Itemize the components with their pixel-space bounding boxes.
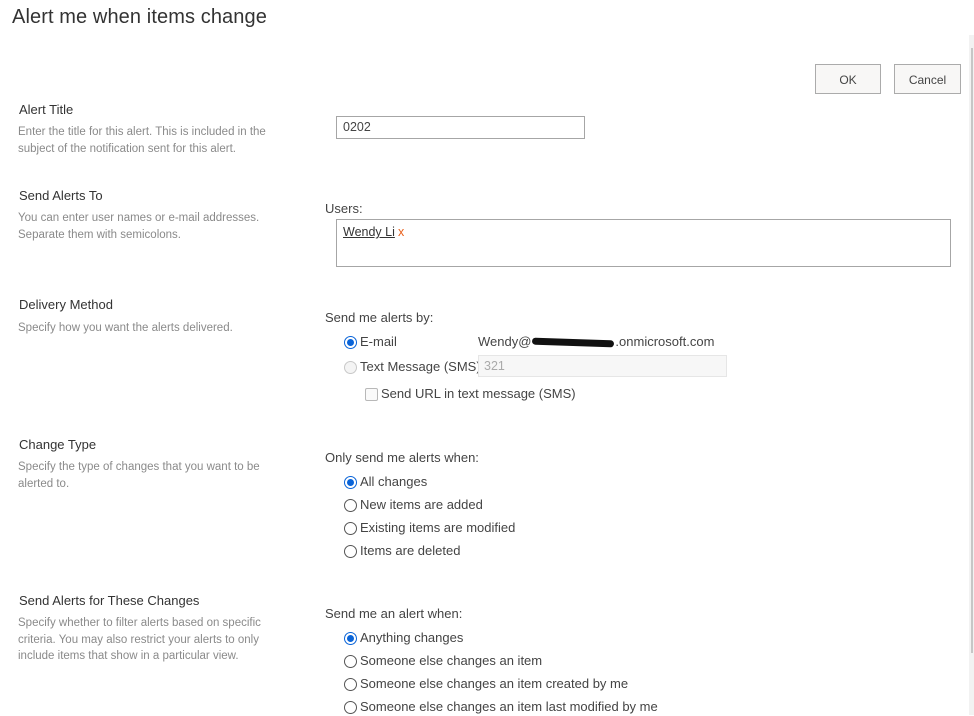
sms-option-label: Text Message (SMS) — [360, 359, 481, 374]
change-type-option-label: New items are added — [360, 497, 483, 512]
change-type-prompt: Only send me alerts when: — [325, 450, 479, 465]
users-label: Users: — [325, 201, 363, 216]
cancel-button[interactable]: Cancel — [894, 64, 961, 94]
alert-title-heading: Alert Title — [19, 102, 74, 117]
filter-option-label: Someone else changes an item created by … — [360, 676, 629, 691]
change-type-heading: Change Type — [19, 437, 97, 452]
send-alerts-by-label: Send me alerts by: — [325, 310, 434, 325]
change-type-radio[interactable] — [344, 476, 357, 489]
change-type-description: Specify the type of changes that you wan… — [18, 461, 260, 490]
change-type-option-label: Items are deleted — [360, 543, 461, 558]
page-title: Alert me when items change — [12, 6, 267, 28]
send-url-label: Send URL in text message (SMS) — [381, 386, 576, 401]
email-suffix: .onmicrosoft.com — [615, 334, 715, 349]
email-option-label: E-mail — [360, 334, 397, 349]
email-address-value: Wendy@ .onmicrosoft.com — [478, 334, 714, 349]
email-prefix: Wendy@ — [478, 334, 532, 349]
alert-title-input[interactable]: 0202 — [336, 116, 585, 139]
remove-user-icon[interactable]: x — [398, 225, 404, 239]
scrollbar-thumb[interactable] — [971, 48, 973, 653]
filter-heading: Send Alerts for These Changes — [19, 593, 200, 608]
send-alerts-to-heading: Send Alerts To — [19, 188, 103, 203]
filter-option-label: Someone else changes an item last modifi… — [360, 699, 658, 714]
send-alerts-to-description: You can enter user names or e-mail addre… — [18, 212, 260, 241]
send-url-checkbox[interactable] — [365, 388, 378, 401]
filter-prompt: Send me an alert when: — [325, 606, 463, 621]
filter-option-label: Someone else changes an item — [360, 653, 543, 668]
alert-title-description: Enter the title for this alert. This is … — [18, 126, 266, 155]
ok-button[interactable]: OK — [815, 64, 881, 94]
change-type-radio[interactable] — [344, 522, 357, 535]
users-picker-input[interactable]: Wendy Li x — [336, 219, 951, 267]
sms-number-input[interactable]: 321 — [478, 355, 727, 377]
delivery-method-heading: Delivery Method — [19, 297, 113, 312]
change-type-radio[interactable] — [344, 499, 357, 512]
filter-option-label: Anything changes — [360, 630, 464, 645]
filter-radio[interactable] — [344, 632, 357, 645]
sms-radio[interactable] — [344, 361, 357, 374]
delivery-method-description: Specify how you want the alerts delivere… — [18, 322, 233, 334]
filter-radio[interactable] — [344, 655, 357, 668]
filter-radio[interactable] — [344, 701, 357, 714]
change-type-radio[interactable] — [344, 545, 357, 558]
redaction-mark — [532, 337, 615, 348]
filter-description: Specify whether to filter alerts based o… — [18, 617, 261, 662]
change-type-option-label: Existing items are modified — [360, 520, 516, 535]
filter-radio[interactable] — [344, 678, 357, 691]
email-radio[interactable] — [344, 336, 357, 349]
user-token-name[interactable]: Wendy Li — [343, 225, 395, 239]
change-type-option-label: All changes — [360, 474, 428, 489]
